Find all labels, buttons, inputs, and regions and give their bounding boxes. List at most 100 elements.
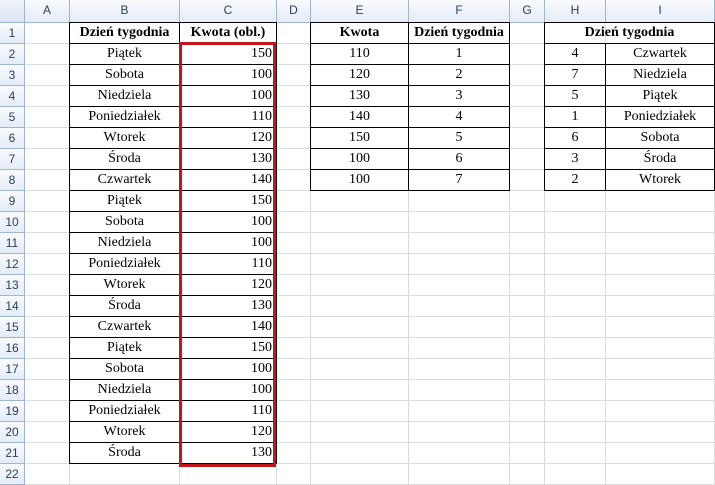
amount-cell[interactable]: 100 [179, 85, 277, 107]
grid-cell[interactable] [25, 443, 70, 464]
header-dzien-tygodnia-merged[interactable]: Dzień tygodnia [544, 22, 715, 44]
grid-cell[interactable] [606, 401, 715, 422]
grid-cell[interactable] [606, 275, 715, 296]
grid-cell[interactable] [311, 338, 409, 359]
lookup-day-number-cell[interactable]: 2 [408, 64, 510, 86]
grid-cell[interactable] [510, 422, 545, 443]
grid-cell[interactable] [311, 401, 409, 422]
grid-cell[interactable] [409, 338, 510, 359]
day-name-cell[interactable]: Piątek [605, 85, 715, 107]
grid-cell[interactable] [25, 107, 70, 128]
grid-cell[interactable] [277, 128, 311, 149]
grid-cell[interactable] [606, 233, 715, 254]
day-cell[interactable]: Wtorek [69, 274, 180, 296]
grid-cell[interactable] [606, 191, 715, 212]
grid-cell[interactable] [510, 317, 545, 338]
lookup-amount-cell[interactable]: 140 [310, 106, 409, 128]
day-cell[interactable]: Wtorek [69, 127, 180, 149]
grid-cell[interactable] [510, 464, 545, 485]
day-cell[interactable]: Środa [69, 295, 180, 317]
row-header-20[interactable]: 20 [0, 422, 25, 443]
row-header-2[interactable]: 2 [0, 44, 25, 65]
grid-cell[interactable] [606, 443, 715, 464]
grid-cell[interactable] [311, 191, 409, 212]
grid-cell[interactable] [25, 23, 70, 44]
header-dzien-tygodnia-lookup[interactable]: Dzień tygodnia [408, 22, 510, 44]
amount-cell[interactable]: 100 [179, 379, 277, 401]
amount-cell[interactable]: 130 [179, 442, 277, 464]
grid-cell[interactable] [409, 191, 510, 212]
grid-cell[interactable] [409, 359, 510, 380]
grid-cell[interactable] [510, 359, 545, 380]
grid-cell[interactable] [510, 212, 545, 233]
header-kwota[interactable]: Kwota [310, 22, 409, 44]
day-cell[interactable]: Niedziela [69, 379, 180, 401]
row-header-11[interactable]: 11 [0, 233, 25, 254]
grid-cell[interactable] [510, 107, 545, 128]
grid-cell[interactable] [277, 107, 311, 128]
grid-cell[interactable] [545, 233, 606, 254]
day-name-cell[interactable]: Sobota [605, 127, 715, 149]
day-name-cell[interactable]: Czwartek [605, 43, 715, 65]
day-cell[interactable]: Czwartek [69, 169, 180, 191]
day-name-cell[interactable]: Środa [605, 148, 715, 170]
grid-cell[interactable] [311, 317, 409, 338]
grid-cell[interactable] [510, 275, 545, 296]
day-number-cell[interactable]: 6 [544, 127, 606, 149]
amount-cell[interactable]: 150 [179, 337, 277, 359]
grid-cell[interactable] [277, 401, 311, 422]
grid-cell[interactable] [277, 443, 311, 464]
day-cell[interactable]: Sobota [69, 64, 180, 86]
day-cell[interactable]: Piątek [69, 190, 180, 212]
grid-cell[interactable] [409, 275, 510, 296]
day-cell[interactable]: Środa [69, 148, 180, 170]
column-header-c[interactable]: C [180, 0, 277, 23]
row-header-15[interactable]: 15 [0, 317, 25, 338]
grid-cell[interactable] [545, 422, 606, 443]
day-cell[interactable]: Niedziela [69, 85, 180, 107]
grid-cell[interactable] [545, 401, 606, 422]
grid-cell[interactable] [311, 212, 409, 233]
row-header-9[interactable]: 9 [0, 191, 25, 212]
grid-cell[interactable] [277, 254, 311, 275]
grid-cell[interactable] [25, 380, 70, 401]
grid-cell[interactable] [510, 86, 545, 107]
grid-cell[interactable] [545, 254, 606, 275]
row-header-5[interactable]: 5 [0, 107, 25, 128]
day-cell[interactable]: Sobota [69, 358, 180, 380]
grid-cell[interactable] [510, 338, 545, 359]
lookup-amount-cell[interactable]: 100 [310, 148, 409, 170]
grid-cell[interactable] [510, 233, 545, 254]
row-header-10[interactable]: 10 [0, 212, 25, 233]
grid-cell[interactable] [545, 212, 606, 233]
day-cell[interactable]: Poniedziałek [69, 400, 180, 422]
grid-cell[interactable] [25, 422, 70, 443]
grid-cell[interactable] [277, 44, 311, 65]
lookup-day-number-cell[interactable]: 3 [408, 85, 510, 107]
column-header-i[interactable]: I [606, 0, 715, 23]
amount-cell[interactable]: 120 [179, 127, 277, 149]
grid-cell[interactable] [25, 86, 70, 107]
grid-cell[interactable] [25, 65, 70, 86]
grid-cell[interactable] [311, 464, 409, 485]
amount-cell[interactable]: 120 [179, 274, 277, 296]
spreadsheet-grid[interactable]: A B C D E F G H I 1 2 3 4 5 6 7 8 9 10 11 12 13 14 15 16 17 18 19 20… [0, 0, 715, 485]
grid-cell[interactable] [510, 23, 545, 44]
amount-cell[interactable]: 110 [179, 106, 277, 128]
grid-cell[interactable] [311, 233, 409, 254]
grid-cell[interactable] [409, 464, 510, 485]
grid-cell[interactable] [409, 443, 510, 464]
grid-cell[interactable] [25, 401, 70, 422]
grid-cell[interactable] [545, 380, 606, 401]
lookup-amount-cell[interactable]: 100 [310, 169, 409, 191]
amount-cell[interactable]: 130 [179, 295, 277, 317]
grid-cell[interactable] [311, 275, 409, 296]
grid-cell[interactable] [510, 401, 545, 422]
grid-cell[interactable] [25, 128, 70, 149]
grid-cell[interactable] [510, 65, 545, 86]
grid-cell[interactable] [25, 359, 70, 380]
row-header-12[interactable]: 12 [0, 254, 25, 275]
day-number-cell[interactable]: 2 [544, 169, 606, 191]
day-name-cell[interactable]: Niedziela [605, 64, 715, 86]
grid-cell[interactable] [545, 338, 606, 359]
